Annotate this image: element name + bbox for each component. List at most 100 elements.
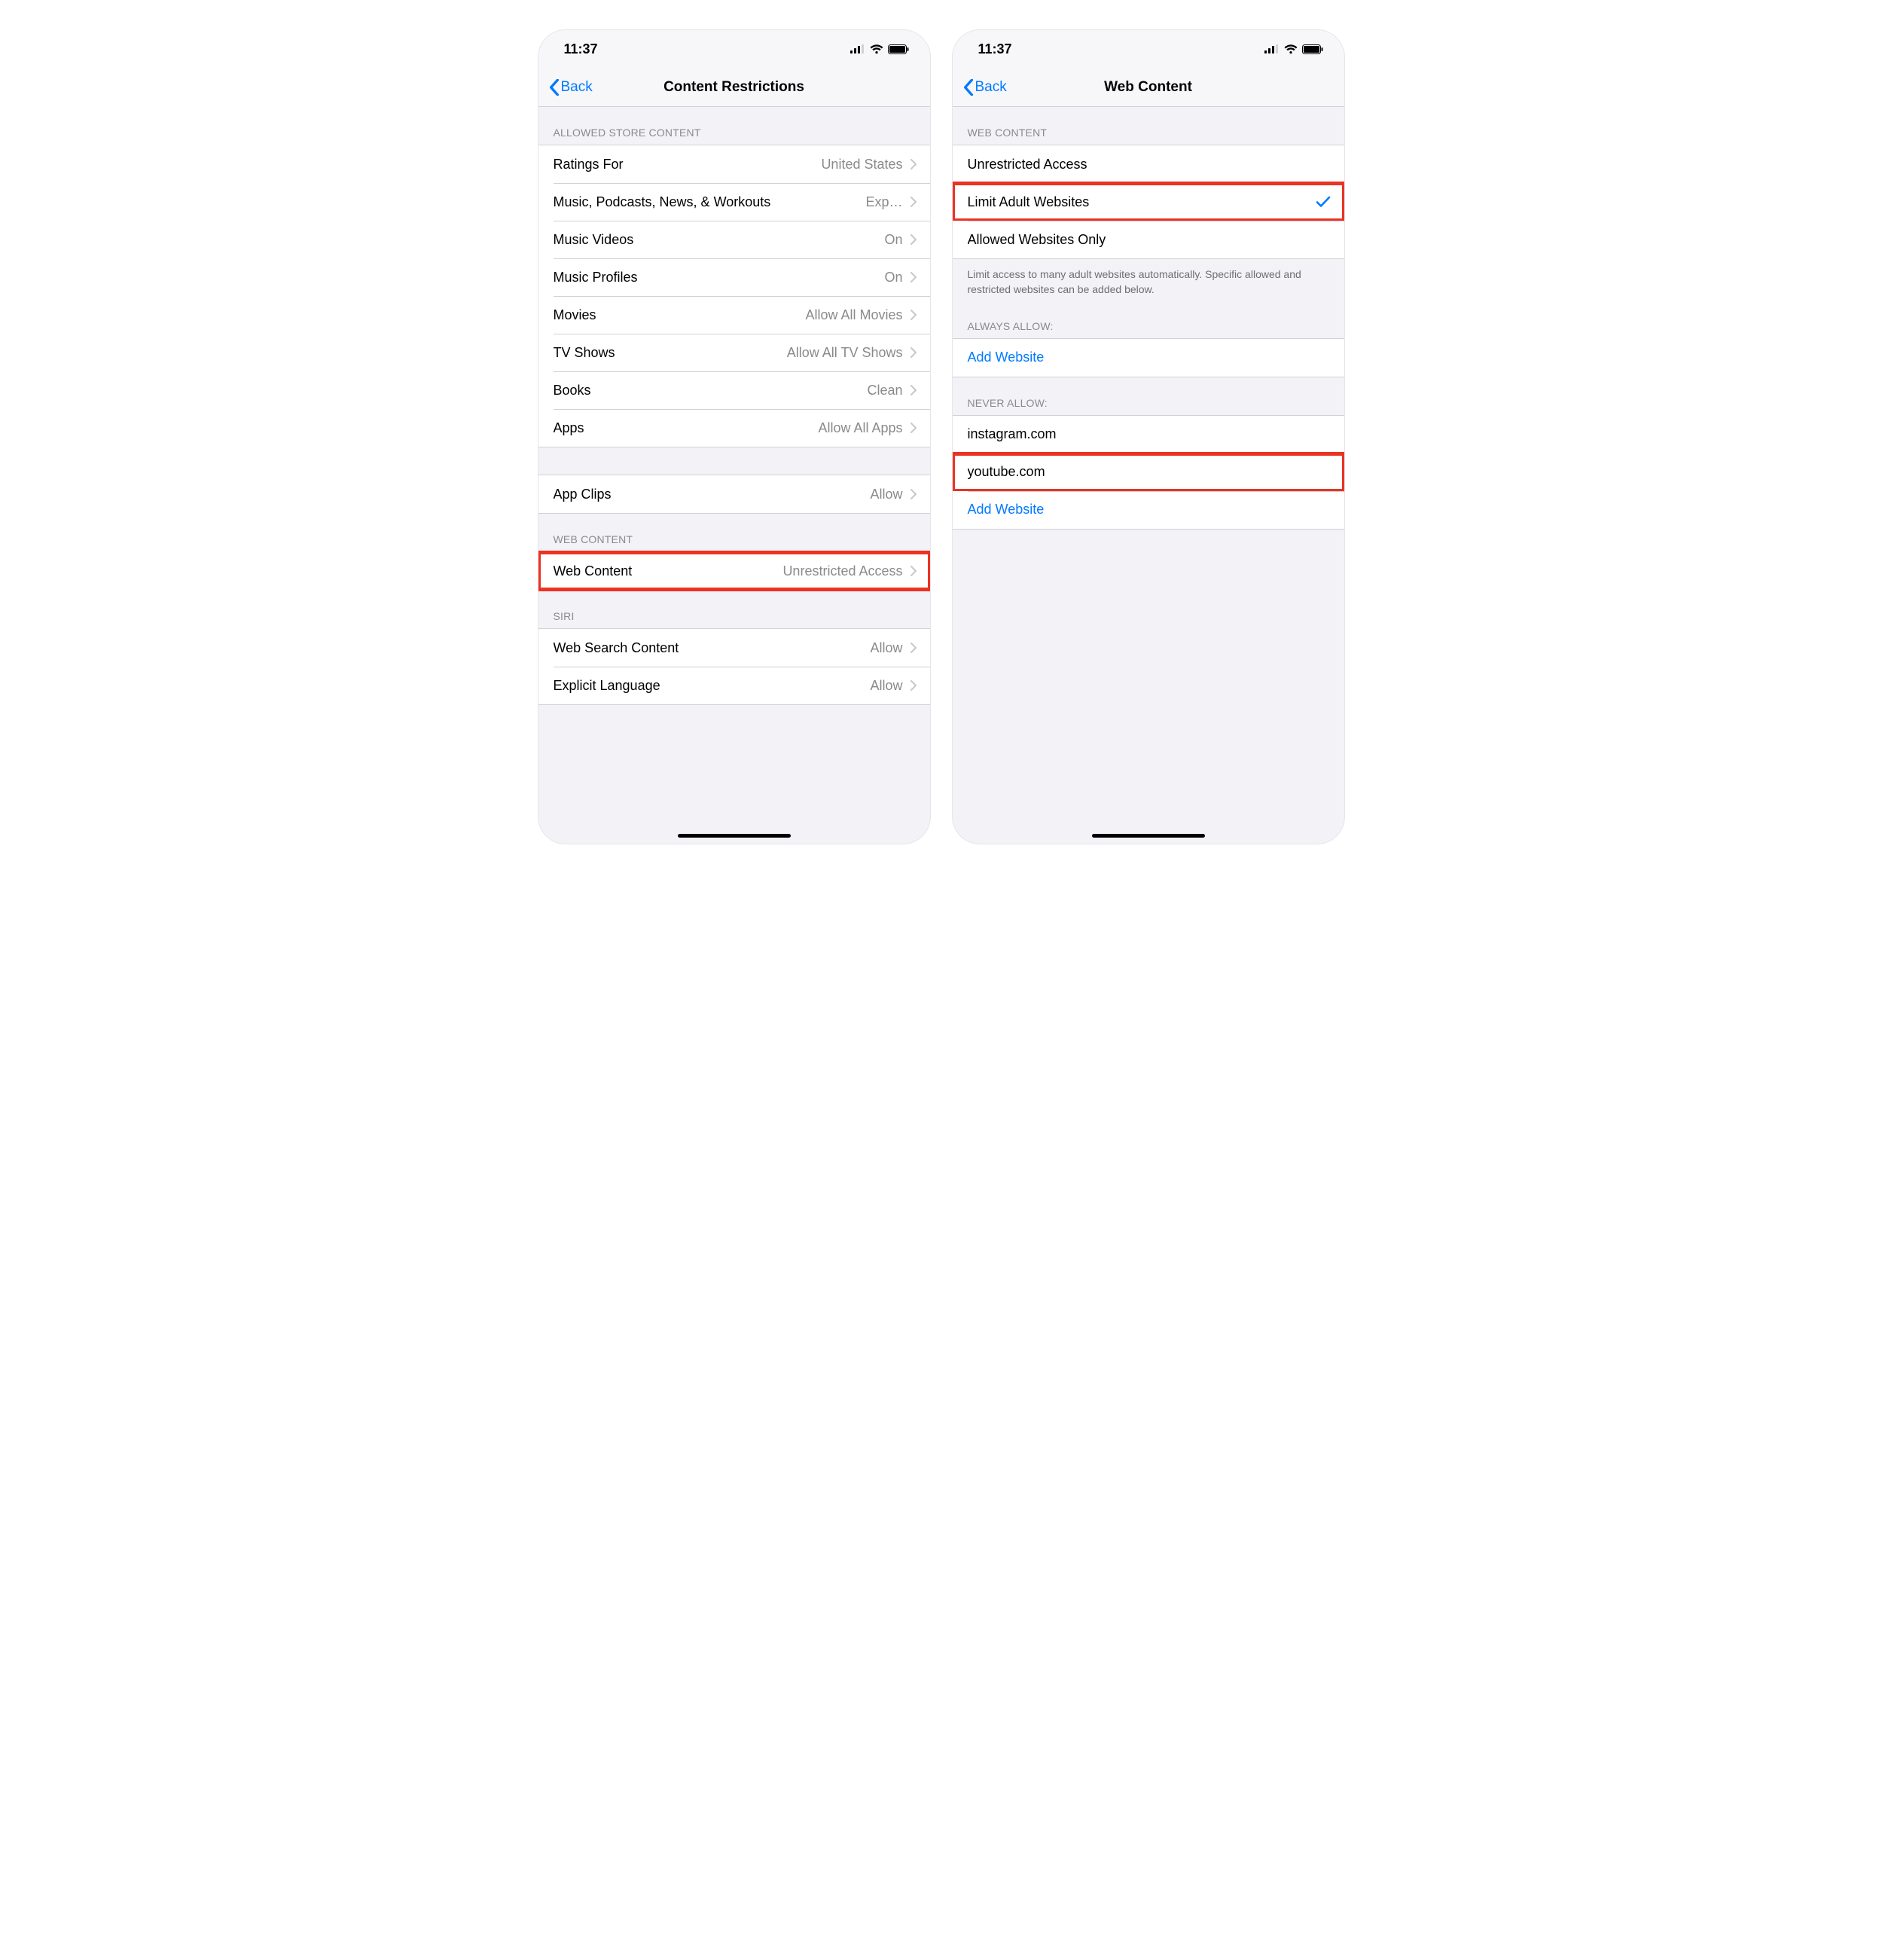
row-label: Movies [554,307,596,323]
battery-icon [1302,44,1323,54]
phone-left: 11:37 Back Content Restrictions ALLOWED … [538,30,930,844]
option-unrestricted[interactable]: Unrestricted Access [953,145,1344,183]
row-value: Allow All TV Shows [787,345,903,361]
section-app-clips: App Clips Allow [538,475,930,514]
chevron-right-icon [910,423,917,433]
row-label: Web Content [554,563,633,579]
wifi-icon [870,44,883,54]
chevron-right-icon [910,680,917,691]
section-web-content-options: Unrestricted Access Limit Adult Websites… [953,145,1344,259]
row-value: Allow All Apps [818,420,902,436]
option-label: Allowed Websites Only [968,232,1106,248]
row-web-search-content[interactable]: Web Search Content Allow [538,629,930,667]
row-label: Music Videos [554,232,634,248]
row-label: Books [554,383,591,398]
row-value: Allow [870,640,902,656]
row-music-videos[interactable]: Music Videos On [538,221,930,258]
home-indicator[interactable] [678,834,791,838]
content-left: ALLOWED STORE CONTENT Ratings For United… [538,107,930,844]
check-icon [1316,195,1331,209]
add-website-never[interactable]: Add Website [953,491,1344,529]
add-website-label: Add Website [968,502,1045,517]
row-value: Unrestricted Access [782,563,902,579]
row-explicit-language[interactable]: Explicit Language Allow [538,667,930,704]
chevron-right-icon [910,566,917,576]
nav-bar: Back Web Content [953,68,1344,107]
home-indicator[interactable] [1092,834,1205,838]
status-bar: 11:37 [538,30,930,68]
page-title: Web Content [1104,79,1192,96]
row-value: Allow [870,678,902,694]
section-allowed-store: Ratings For United States Music, Podcast… [538,145,930,447]
back-label: Back [561,79,593,96]
chevron-right-icon [910,489,917,499]
status-icons [850,44,909,54]
section-header-web-content: WEB CONTENT [953,107,1344,145]
section-header-web-content: WEB CONTENT [538,514,930,551]
back-label: Back [975,79,1007,96]
option-label: Limit Adult Websites [968,194,1090,210]
row-label: Apps [554,420,584,436]
section-header-never-allow: NEVER ALLOW: [953,377,1344,415]
chevron-right-icon [910,385,917,395]
chevron-right-icon [910,347,917,358]
chevron-right-icon [910,197,917,207]
status-bar: 11:37 [953,30,1344,68]
row-label: Ratings For [554,157,624,172]
option-allowed-only[interactable]: Allowed Websites Only [953,221,1344,258]
section-header-siri: SIRI [538,591,930,628]
section-always-allow: Add Website [953,338,1344,377]
phone-right: 11:37 Back Web Content WEB CONTENT Unres… [953,30,1344,844]
status-time: 11:37 [978,41,1012,57]
row-value: Allow [870,487,902,502]
row-music-profiles[interactable]: Music Profiles On [538,258,930,296]
never-allow-item-instagram[interactable]: instagram.com [953,416,1344,453]
add-website-label: Add Website [968,350,1045,365]
status-time: 11:37 [564,41,598,57]
chevron-right-icon [910,159,917,169]
chevron-right-icon [910,310,917,320]
row-web-content[interactable]: Web Content Unrestricted Access [538,552,930,590]
row-label: TV Shows [554,345,615,361]
chevron-left-icon [963,79,974,96]
row-label: Web Search Content [554,640,679,656]
row-apps[interactable]: Apps Allow All Apps [538,409,930,447]
row-value: Clean [867,383,902,398]
never-allow-item-youtube[interactable]: youtube.com [953,453,1344,491]
option-label: Unrestricted Access [968,157,1087,172]
add-website-always[interactable]: Add Website [953,339,1344,377]
row-value: On [884,270,902,285]
nav-bar: Back Content Restrictions [538,68,930,107]
row-label: Music, Podcasts, News, & Workouts [554,194,771,210]
chevron-right-icon [910,272,917,282]
section-header-allowed-store: ALLOWED STORE CONTENT [538,107,930,145]
row-ratings-for[interactable]: Ratings For United States [538,145,930,183]
row-label: Music Profiles [554,270,638,285]
row-value: Allow All Movies [805,307,902,323]
row-tv-shows[interactable]: TV Shows Allow All TV Shows [538,334,930,371]
page-title: Content Restrictions [663,79,804,96]
chevron-left-icon [549,79,560,96]
section-siri: Web Search Content Allow Explicit Langua… [538,628,930,705]
row-value: Exp… [865,194,902,210]
chevron-right-icon [910,234,917,245]
section-web-content: Web Content Unrestricted Access [538,551,930,591]
back-button[interactable]: Back [959,79,1105,96]
row-app-clips[interactable]: App Clips Allow [538,475,930,513]
cellular-icon [1264,44,1280,53]
section-never-allow: instagram.com youtube.com Add Website [953,415,1344,530]
cellular-icon [850,44,865,53]
row-books[interactable]: Books Clean [538,371,930,409]
row-value: United States [821,157,902,172]
option-limit-adult[interactable]: Limit Adult Websites [953,183,1344,221]
back-button[interactable]: Back [544,79,664,96]
row-movies[interactable]: Movies Allow All Movies [538,296,930,334]
row-label: App Clips [554,487,612,502]
row-music-podcasts[interactable]: Music, Podcasts, News, & Workouts Exp… [538,183,930,221]
row-value: On [884,232,902,248]
status-icons [1264,44,1323,54]
wifi-icon [1284,44,1298,54]
battery-icon [888,44,909,54]
chevron-right-icon [910,643,917,653]
row-label: instagram.com [968,426,1057,442]
